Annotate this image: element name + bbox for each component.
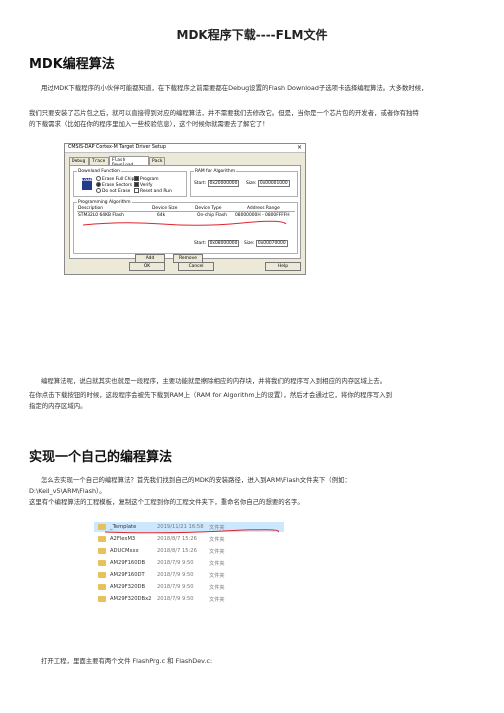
folder-icon [98, 584, 106, 590]
section-heading-mdk-algorithm: MDK编程算法 [29, 57, 115, 72]
load-icon: LOAD [82, 178, 93, 190]
reset-and-run-checkbox[interactable]: Reset and Run [134, 188, 172, 194]
do-not-erase-radio[interactable]: Do not Erase [96, 188, 130, 194]
list-item[interactable]: AM29F320DBx2 2018/7/9 9:50 文件夹 [94, 594, 284, 604]
custom-algorithm-line-3: 这里有个编程算法的工程模板，复制这个工程到你的工程文件夹下，重命名你自己的想要的… [29, 497, 304, 506]
algorithm-size-input[interactable]: 0x00070000 [255, 240, 288, 247]
ram-start-input[interactable]: 0x20000000 [207, 180, 240, 187]
algorithm-start-field: Start: 0x08000000 [194, 240, 240, 247]
algorithm-explanation-line-2: 在你点击下载按钮的时候，这段程序会被先下载到RAM上（RAM for Algor… [29, 391, 393, 399]
intro-line-2: 我们只要安装了芯片包之后，就可以直接得到对应的编程算法，并不需要我们去修改它。但… [29, 109, 419, 117]
folder-icon [98, 536, 106, 542]
flash-download-panel: Download Function LOAD Erase Full Chip E… [69, 165, 301, 263]
custom-algorithm-line-1: 怎么去实现一个自己的编程算法？首先我们找到自己的MDK的安装路径，进入到ARM\… [41, 476, 351, 484]
download-function-label: Download Function [77, 169, 121, 174]
help-button[interactable]: Help [265, 262, 301, 271]
programming-algorithm-label: Programming Algorithm [77, 200, 132, 205]
list-item[interactable]: AM29F320DB 2018/7/9 9:50 文件夹 [94, 582, 284, 592]
tab-debug[interactable]: Debug [69, 157, 89, 165]
red-underline-annotation [104, 529, 279, 534]
download-function-group: Download Function LOAD Erase Full Chip E… [73, 169, 187, 197]
list-item[interactable]: AM29F160DT 2018/7/9 9:50 文件夹 [94, 570, 284, 580]
folder-icon [98, 560, 106, 566]
algorithm-start-input[interactable]: 0x08000000 [207, 240, 240, 247]
algorithm-explanation-line-3: 指定的内存区域内。 [29, 401, 87, 410]
document-title: MDK程序下载----FLM文件 [176, 28, 328, 42]
algorithm-explanation-line-1: 编程算法呢，说白就其实也就是一段程序，主要功能就是擦除相应的内存块，并将我们的程… [41, 377, 387, 385]
intro-paragraph: 用过MDK下载程序的小伙伴可能都知道，在下载程序之前需要都在Debug设置的Fl… [29, 83, 481, 94]
algorithm-table-row[interactable]: STM32L0 64KB Flash 64k On-chip Flash 080… [77, 213, 295, 218]
tab-pack[interactable]: Pack [149, 157, 165, 165]
ram-for-algorithm-label: RAM for Algorithm [194, 169, 236, 174]
programming-algorithm-group: Programming Algorithm Description Device… [73, 200, 298, 254]
folder-icon [98, 596, 106, 602]
custom-algorithm-line-2: D:\Keil_v5\ARM\Flash）。 [29, 487, 106, 495]
dialog-title: CMSIS-DAP Cortex-M Target Driver Setup [68, 145, 166, 150]
tab-flash-download[interactable]: Flash Download [109, 156, 149, 168]
dialog-titlebar: CMSIS-DAP Cortex-M Target Driver Setup × [65, 144, 305, 153]
ram-size-input[interactable]: 0x00001000 [257, 180, 290, 187]
file-explorer-list: _Template 2019/11/21 16:58 文件夹 A2FlexM3 … [94, 520, 284, 615]
open-project-line: 打开工程，里面主要有两个文件 FlashPrg.c 和 FlashDev.c: [41, 657, 213, 665]
list-item[interactable]: AM29F160DB 2018/7/9 9:50 文件夹 [94, 558, 284, 568]
open-project-paragraph: 打开工程，里面主要有两个文件 FlashPrg.c 和 FlashDev.c: [29, 656, 481, 667]
list-item[interactable]: A2FlexM3 2018/8/7 15:26 文件夹 [94, 534, 284, 544]
custom-algorithm-paragraph: 怎么去实现一个自己的编程算法？首先我们找到自己的MDK的安装路径，进入到ARM\… [29, 475, 481, 486]
ram-size-field: Size: 0x00001000 [246, 180, 290, 187]
cancel-button[interactable]: Cancel [178, 262, 214, 271]
intro-paragraph-2: 我们只要安装了芯片包之后，就可以直接得到对应的编程算法，并不需要我们去修改它。但… [29, 108, 481, 129]
ram-for-algorithm-group: RAM for Algorithm Start: 0x20000000 Size… [190, 169, 298, 197]
intro-line-3: 的下载需求（比如在你的程序里加入一些校验信息），这个时候你就需要去了解它了！ [29, 119, 269, 128]
folder-icon [98, 548, 106, 554]
algorithm-explanation-2: 在你点击下载按钮的时候，这段程序会被先下载到RAM上（RAM for Algor… [29, 390, 481, 411]
ok-button[interactable]: OK [129, 262, 165, 271]
close-icon[interactable]: × [297, 144, 302, 151]
algorithm-table-header: Description Device Size Device Type Addr… [77, 206, 295, 212]
tab-trace[interactable]: Trace [89, 157, 109, 165]
algorithm-explanation-1: 编程算法呢，说白就其实也就是一段程序，主要功能就是擦除相应的内存块，并将我们的程… [29, 376, 481, 387]
custom-algorithm-paragraph-2: D:\Keil_v5\ARM\Flash）。 这里有个编程算法的工程模板，复制这… [29, 486, 481, 507]
algorithm-size-field: Size: 0x00070000 [244, 240, 288, 247]
folder-icon [98, 572, 106, 578]
ram-start-field: Start: 0x20000000 [194, 180, 240, 187]
section-heading-custom-algorithm: 实现一个自己的编程算法 [29, 450, 173, 465]
intro-line-1: 用过MDK下载程序的小伙伴可能都知道，在下载程序之前需要都在Debug设置的Fl… [41, 84, 428, 92]
target-driver-setup-dialog: CMSIS-DAP Cortex-M Target Driver Setup ×… [64, 143, 306, 275]
list-item[interactable]: ADUCMxxx 2018/8/7 15:26 文件夹 [94, 546, 284, 556]
red-underline-annotation [82, 220, 287, 226]
